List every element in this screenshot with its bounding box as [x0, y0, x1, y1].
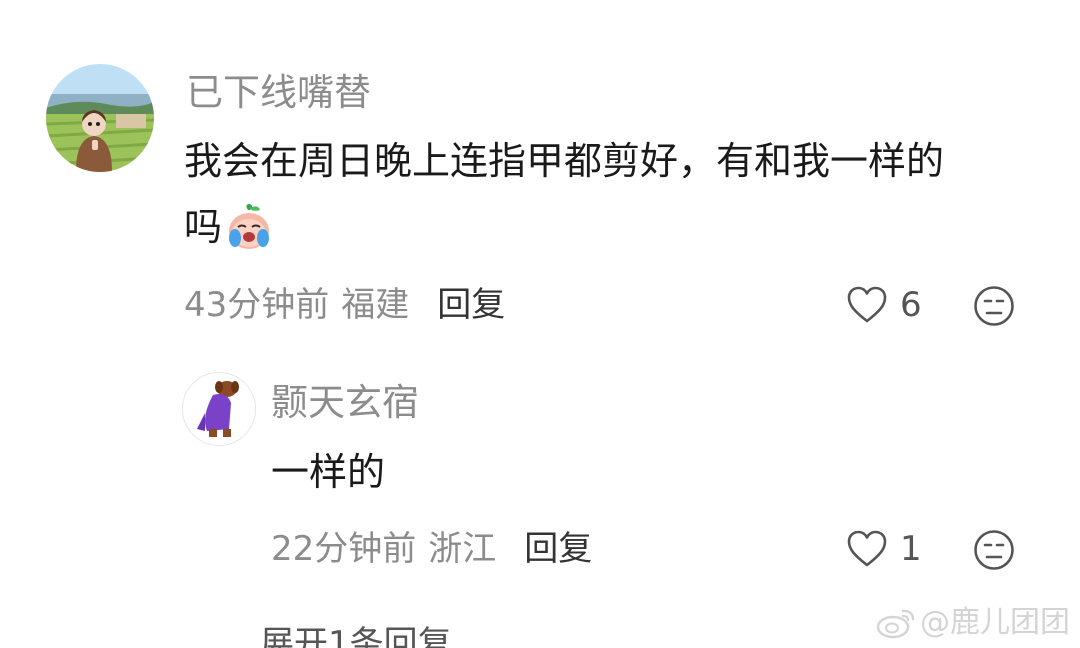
- reply-time: 22分钟前: [271, 529, 417, 569]
- meh-face-icon: [973, 285, 1015, 327]
- comment-text-line2-wrapper: 吗: [184, 196, 274, 258]
- reply-like-count: 1: [900, 529, 922, 569]
- watermark-text: @鹿儿团团: [920, 605, 1070, 640]
- comment-meta: 43分钟前 福建 回复: [184, 283, 505, 327]
- meh-face-icon: [973, 529, 1015, 571]
- heart-outline-icon: [846, 285, 888, 325]
- comment-text-line1: 我会在周日晚上连指甲都剪好，有和我一样的: [184, 139, 945, 183]
- reply-username[interactable]: 颢天玄宿: [271, 381, 419, 425]
- reply-button[interactable]: 回复: [437, 283, 505, 327]
- weibo-logo-icon: [876, 606, 920, 640]
- reply-like-button[interactable]: 1: [846, 527, 922, 571]
- reply-avatar[interactable]: [182, 372, 256, 446]
- reply-location: 浙江: [428, 529, 497, 569]
- crying-peach-emoji-icon: [224, 202, 274, 252]
- comment-username[interactable]: 已下线嘴替: [186, 71, 371, 115]
- like-count: 6: [900, 285, 922, 325]
- reply-text: 一样的: [271, 450, 386, 494]
- comment-location: 福建: [341, 285, 410, 325]
- like-button[interactable]: 6: [846, 283, 922, 327]
- reply-meta: 22分钟前 浙江 回复: [271, 527, 592, 571]
- reply-dislike-button[interactable]: [973, 529, 1015, 571]
- watermark: @鹿儿团团: [876, 604, 1070, 642]
- dislike-button[interactable]: [973, 285, 1015, 327]
- comment-time: 43分钟前: [184, 285, 330, 325]
- comment-text-line2: 吗: [184, 205, 223, 249]
- reply-reply-button[interactable]: 回复: [524, 527, 592, 571]
- expand-replies-button[interactable]: 展开1条回复: [184, 622, 452, 648]
- heart-outline-icon: [846, 529, 888, 569]
- avatar[interactable]: [46, 64, 154, 172]
- comment-thread: 已下线嘴替 我会在周日晚上连指甲都剪好，有和我一样的 吗 43分钟前 福建 回复: [0, 0, 1080, 648]
- expand-replies-label: 展开1条回复: [260, 624, 452, 648]
